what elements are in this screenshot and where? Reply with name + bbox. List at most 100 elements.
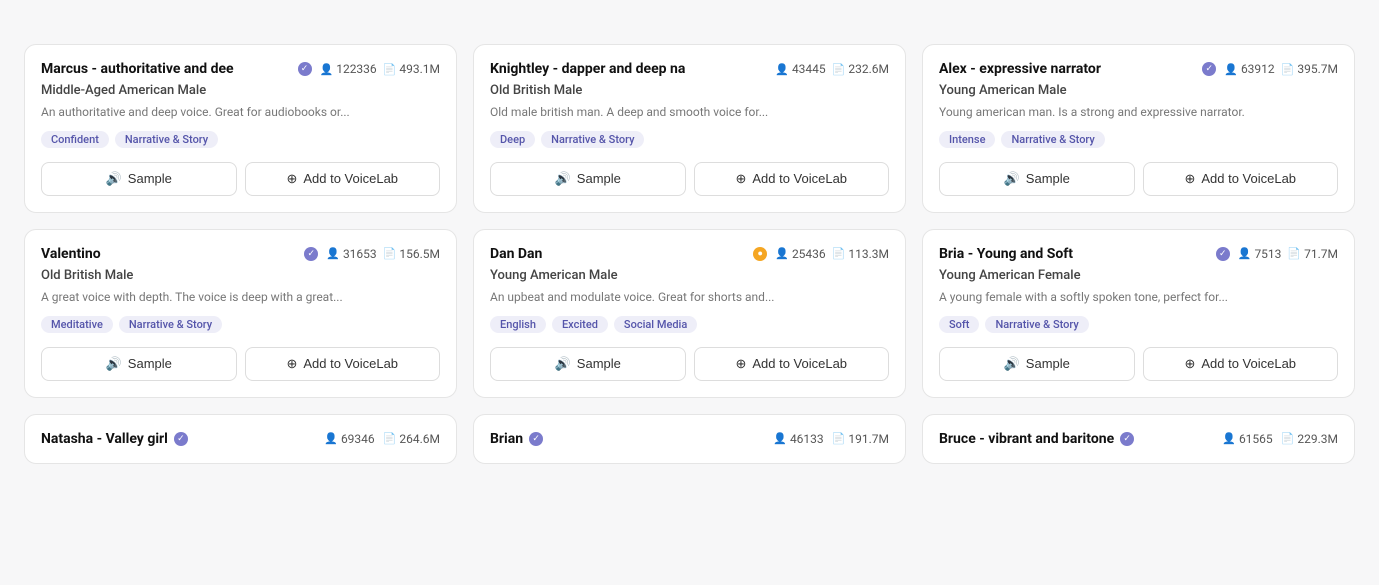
add-icon: ⊕ [286, 171, 297, 187]
voice-card-marcus: Marcus - authoritative and dee ✓ 👤 12233… [24, 44, 457, 213]
user-icon: 👤 [320, 63, 334, 76]
card-stats: 👤 7513 📄 71.7M [1238, 247, 1338, 261]
add-to-voicelab-button[interactable]: ⊕ Add to VoiceLab [1143, 347, 1339, 381]
card-description: An upbeat and modulate voice. Great for … [490, 289, 889, 306]
card-title-row: Knightley - dapper and deep na [490, 61, 767, 77]
file-count: 493.1M [399, 62, 440, 76]
voice-card-partial-bruce: Bruce - vibrant and baritone ✓ 👤 61565 📄… [922, 414, 1355, 464]
partial-stats: 👤 46133 📄 191.7M [773, 432, 889, 446]
partial-card-title: Brian [490, 431, 523, 447]
add-icon: ⊕ [1184, 171, 1195, 187]
file-icon: 📄 [1281, 432, 1295, 445]
file-stat: 📄 113.3M [832, 247, 889, 261]
file-stat: 📄 191.7M [832, 432, 889, 446]
tag: Deep [490, 131, 535, 148]
user-stat: 👤 25436 [775, 247, 825, 261]
user-count: 25436 [792, 247, 826, 261]
add-to-voicelab-button[interactable]: ⊕ Add to VoiceLab [1143, 162, 1339, 196]
card-description: A young female with a softly spoken tone… [939, 289, 1338, 306]
file-icon: 📄 [832, 432, 846, 445]
card-actions: 🔊 Sample ⊕ Add to VoiceLab [41, 347, 440, 381]
file-icon: 📄 [383, 432, 397, 445]
voice-card-grid: Marcus - authoritative and dee ✓ 👤 12233… [24, 44, 1355, 398]
user-count: 7513 [1254, 247, 1281, 261]
user-stat: 👤 69346 [324, 432, 374, 446]
tag: Meditative [41, 316, 113, 333]
card-actions: 🔊 Sample ⊕ Add to VoiceLab [41, 162, 440, 196]
card-category: Old British Male [41, 268, 440, 283]
card-tags: Deep Narrative & Story [490, 131, 889, 148]
add-label: Add to VoiceLab [1201, 356, 1296, 371]
card-header: Dan Dan ● 👤 25436 📄 113.3M [490, 246, 889, 262]
voice-card-partial-natasha: Natasha - Valley girl ✓ 👤 69346 📄 264.6M [24, 414, 457, 464]
partial-stats: 👤 69346 📄 264.6M [324, 432, 440, 446]
card-header: Alex - expressive narrator ✓ 👤 63912 📄 3… [939, 61, 1338, 77]
user-icon: 👤 [326, 247, 340, 260]
tag: Soft [939, 316, 979, 333]
sample-button[interactable]: 🔊 Sample [41, 347, 237, 381]
file-icon: 📄 [1281, 63, 1295, 76]
sample-button[interactable]: 🔊 Sample [41, 162, 237, 196]
user-count: 61565 [1239, 432, 1273, 446]
add-icon: ⊕ [1184, 356, 1195, 372]
add-to-voicelab-button[interactable]: ⊕ Add to VoiceLab [694, 162, 890, 196]
tag: Narrative & Story [115, 131, 218, 148]
file-stat: 📄 229.3M [1281, 432, 1338, 446]
tag: English [490, 316, 546, 333]
card-stats: 👤 25436 📄 113.3M [775, 247, 889, 261]
voice-card-bria: Bria - Young and Soft ✓ 👤 7513 📄 71.7M Y… [922, 229, 1355, 398]
card-tags: SoftNarrative & Story [939, 316, 1338, 333]
card-actions: 🔊 Sample ⊕ Add to VoiceLab [939, 347, 1338, 381]
card-title: Bria - Young and Soft [939, 246, 1210, 262]
card-category: Young American Male [939, 83, 1338, 98]
card-title: Valentino [41, 246, 298, 262]
card-title-row: Dan Dan ● [490, 246, 767, 262]
verified-icon: ✓ [174, 432, 188, 446]
tag: Narrative & Story [541, 131, 644, 148]
card-description: Old male british man. A deep and smooth … [490, 104, 889, 121]
sample-label: Sample [128, 356, 172, 371]
card-title: Dan Dan [490, 246, 747, 262]
card-tags: EnglishExcitedSocial Media [490, 316, 889, 333]
partial-title-row: Bruce - vibrant and baritone ✓ [939, 431, 1134, 447]
user-stat: 👤 61565 [1222, 432, 1272, 446]
verified-icon: ✓ [1120, 432, 1134, 446]
card-title: Knightley - dapper and deep na [490, 61, 767, 77]
file-icon: 📄 [383, 63, 397, 76]
add-to-voicelab-button[interactable]: ⊕ Add to VoiceLab [245, 162, 441, 196]
verified-icon: ✓ [1202, 62, 1216, 76]
verified-icon: ✓ [298, 62, 312, 76]
sample-button[interactable]: 🔊 Sample [939, 347, 1135, 381]
badge-icon: ● [753, 247, 767, 261]
card-title-row: Alex - expressive narrator ✓ [939, 61, 1216, 77]
sample-label: Sample [128, 171, 172, 186]
partial-title-row: Brian ✓ [490, 431, 543, 447]
user-stat: 👤 63912 [1224, 62, 1274, 76]
user-count: 69346 [341, 432, 375, 446]
sample-icon: 🔊 [1004, 356, 1020, 372]
file-count: 113.3M [848, 247, 889, 261]
tag: Social Media [614, 316, 697, 333]
card-title-row: Marcus - authoritative and dee ✓ [41, 61, 312, 77]
card-header: Knightley - dapper and deep na 👤 43445 📄… [490, 61, 889, 77]
card-category: Young American Male [490, 268, 889, 283]
partial-title-row: Natasha - Valley girl ✓ [41, 431, 188, 447]
add-to-voicelab-button[interactable]: ⊕ Add to VoiceLab [245, 347, 441, 381]
partial-card-title: Bruce - vibrant and baritone [939, 431, 1114, 447]
sample-button[interactable]: 🔊 Sample [490, 347, 686, 381]
file-count: 264.6M [399, 432, 440, 446]
voice-card-partial-brian: Brian ✓ 👤 46133 📄 191.7M [473, 414, 906, 464]
sample-icon: 🔊 [1004, 171, 1020, 187]
card-description: A great voice with depth. The voice is d… [41, 289, 440, 306]
card-stats: 👤 63912 📄 395.7M [1224, 62, 1338, 76]
card-header: Bria - Young and Soft ✓ 👤 7513 📄 71.7M [939, 246, 1338, 262]
sample-label: Sample [577, 356, 621, 371]
add-to-voicelab-button[interactable]: ⊕ Add to VoiceLab [694, 347, 890, 381]
sample-button[interactable]: 🔊 Sample [939, 162, 1135, 196]
card-header: Marcus - authoritative and dee ✓ 👤 12233… [41, 61, 440, 77]
sample-button[interactable]: 🔊 Sample [490, 162, 686, 196]
user-icon: 👤 [1222, 432, 1236, 445]
verified-icon: ✓ [304, 247, 318, 261]
file-stat: 📄 71.7M [1287, 247, 1338, 261]
card-title-row: Bria - Young and Soft ✓ [939, 246, 1230, 262]
